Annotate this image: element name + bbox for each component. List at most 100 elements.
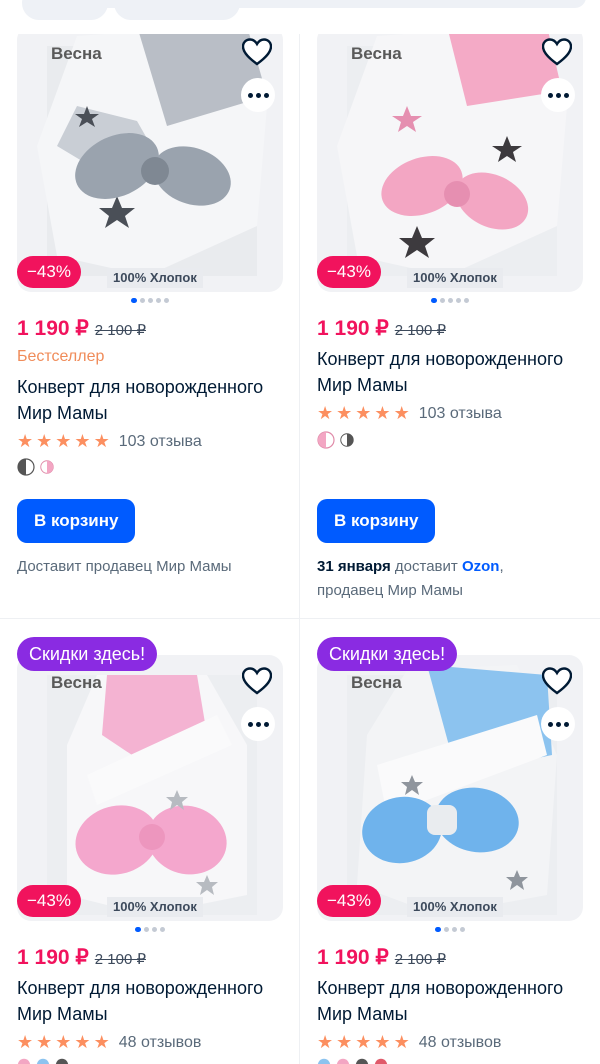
old-price: 2 100 ₽ (394, 322, 446, 339)
swatch-red-icon[interactable] (374, 1058, 388, 1064)
season-label: Весна (351, 44, 402, 63)
color-swatches[interactable] (317, 1058, 388, 1064)
favorite-button[interactable] (539, 34, 575, 70)
product-grid: Весна −43% 100% Хлопок 1 190 ₽ 2 100 ₽ Б… (0, 0, 600, 1064)
product-title[interactable]: Конверт для новорожденного Мир Мамы (317, 346, 587, 398)
price-block: 1 190 ₽ 2 100 ₽ (317, 316, 446, 341)
season-label: Весна (51, 673, 102, 692)
star-icon: ★ (93, 1032, 110, 1053)
swatch-pink-icon[interactable] (317, 431, 335, 449)
delivery-verb: доставит (394, 558, 458, 575)
product-title[interactable]: Конверт для новорожденного Мир Мамы (17, 975, 287, 1027)
star-icon: ★ (74, 431, 91, 452)
delivery-brand-link[interactable]: Ozon (462, 558, 500, 575)
star-icon: ★ (317, 403, 334, 424)
product-photo[interactable]: Весна −43% 100% Хлопок (317, 34, 583, 292)
sale-badge[interactable]: Скидки здесь! (17, 637, 158, 671)
swatch-gray-icon[interactable] (340, 433, 354, 447)
favorite-button[interactable] (239, 34, 275, 70)
swatch-pink-icon[interactable] (336, 1058, 350, 1064)
old-price: 2 100 ₽ (394, 951, 446, 968)
product-card[interactable]: Скидки здесь! Весна −43% 100% Хлопок 1 1… (300, 619, 600, 1064)
color-swatches[interactable] (17, 458, 54, 476)
add-to-cart-button[interactable]: В корзину (17, 499, 136, 543)
star-icon: ★ (336, 403, 353, 424)
swatch-pink-icon[interactable] (40, 460, 54, 474)
old-price: 2 100 ₽ (94, 951, 146, 968)
dot (547, 92, 553, 98)
reviews-count: 103 отзыва (418, 405, 502, 422)
swatch-gray-icon[interactable] (17, 458, 35, 476)
season-label: Весна (351, 673, 402, 692)
product-photo[interactable]: Весна −43% 100% Хлопок (317, 655, 583, 921)
price-block: 1 190 ₽ 2 100 ₽ (17, 945, 146, 970)
product-card[interactable]: Весна −43% 100% Хлопок 1 190 ₽ 2 100 ₽ К… (300, 34, 600, 619)
add-to-cart-button[interactable]: В корзину (317, 499, 436, 543)
dot (563, 92, 569, 98)
star-icon: ★ (355, 403, 372, 424)
product-photo[interactable]: Весна −43% 100% Хлопок (17, 655, 283, 921)
star-icon: ★ (36, 1032, 53, 1053)
dot (263, 721, 269, 727)
rating[interactable]: ★ ★ ★ ★ ★ 48 отзывов (17, 1034, 201, 1052)
discount-badge: −43% (317, 885, 381, 917)
current-price: 1 190 ₽ (17, 946, 89, 969)
star-icon: ★ (17, 431, 34, 452)
rating[interactable]: ★ ★ ★ ★ ★ 103 отзыва (17, 433, 202, 451)
dot (247, 92, 253, 98)
more-options-button[interactable] (541, 78, 575, 112)
favorite-button[interactable] (539, 663, 575, 699)
swatch-blue-icon[interactable] (36, 1058, 50, 1064)
material-tag: 100% Хлопок (407, 268, 503, 288)
heart-outline-icon (242, 38, 272, 66)
product-card[interactable]: Весна −43% 100% Хлопок 1 190 ₽ 2 100 ₽ Б… (0, 34, 300, 619)
heart-outline-icon (542, 667, 572, 695)
favorite-button[interactable] (239, 663, 275, 699)
discount-badge: −43% (17, 885, 81, 917)
rating[interactable]: ★ ★ ★ ★ ★ 103 отзыва (317, 405, 502, 423)
color-swatches[interactable] (17, 1058, 69, 1064)
price-block: 1 190 ₽ 2 100 ₽ (17, 316, 146, 341)
color-swatches[interactable] (317, 431, 354, 449)
swatch-blue-icon[interactable] (317, 1058, 331, 1064)
reviews-count: 103 отзыва (118, 433, 202, 450)
delivery-comma: , (499, 558, 504, 575)
image-pager (300, 927, 600, 932)
star-icon: ★ (393, 403, 410, 424)
reviews-count: 48 отзывов (118, 1034, 202, 1051)
delivery-date: 31 января (317, 558, 391, 575)
star-icon: ★ (17, 1032, 34, 1053)
bestseller-label: Бестселлер (17, 348, 105, 365)
price-block: 1 190 ₽ 2 100 ₽ (317, 945, 446, 970)
product-card[interactable]: Скидки здесь! Весна −43% 100% Хлопок 1 1… (0, 619, 300, 1064)
dot (263, 92, 269, 98)
delivery-info: 31 января доставит Ozon, продавец Мир Ма… (317, 555, 587, 603)
dot (555, 721, 561, 727)
heart-outline-icon (242, 667, 272, 695)
discount-badge: −43% (317, 256, 381, 288)
product-photo[interactable]: Весна −43% 100% Хлопок (17, 34, 283, 292)
swatch-gray-icon[interactable] (55, 1058, 69, 1064)
sale-badge[interactable]: Скидки здесь! (317, 637, 458, 671)
swatch-pink-icon[interactable] (17, 1058, 31, 1064)
product-title[interactable]: Конверт для новорожденного Мир Мамы (317, 975, 587, 1027)
more-options-button[interactable] (241, 78, 275, 112)
current-price: 1 190 ₽ (17, 317, 89, 340)
star-icon: ★ (74, 1032, 91, 1053)
current-price: 1 190 ₽ (317, 317, 389, 340)
star-icon: ★ (336, 1032, 353, 1053)
swatch-gray-icon[interactable] (355, 1058, 369, 1064)
star-icon: ★ (374, 1032, 391, 1053)
rating[interactable]: ★ ★ ★ ★ ★ 48 отзывов (317, 1034, 501, 1052)
star-icon: ★ (317, 1032, 334, 1053)
discount-badge: −43% (17, 256, 81, 288)
dot (563, 721, 569, 727)
more-options-button[interactable] (241, 707, 275, 741)
old-price: 2 100 ₽ (94, 322, 146, 339)
material-tag: 100% Хлопок (407, 897, 503, 917)
product-title[interactable]: Конверт для новорожденного Мир Мамы (17, 374, 287, 426)
season-label: Весна (51, 44, 102, 63)
more-options-button[interactable] (541, 707, 575, 741)
product-image (337, 34, 567, 276)
star-icon: ★ (355, 1032, 372, 1053)
